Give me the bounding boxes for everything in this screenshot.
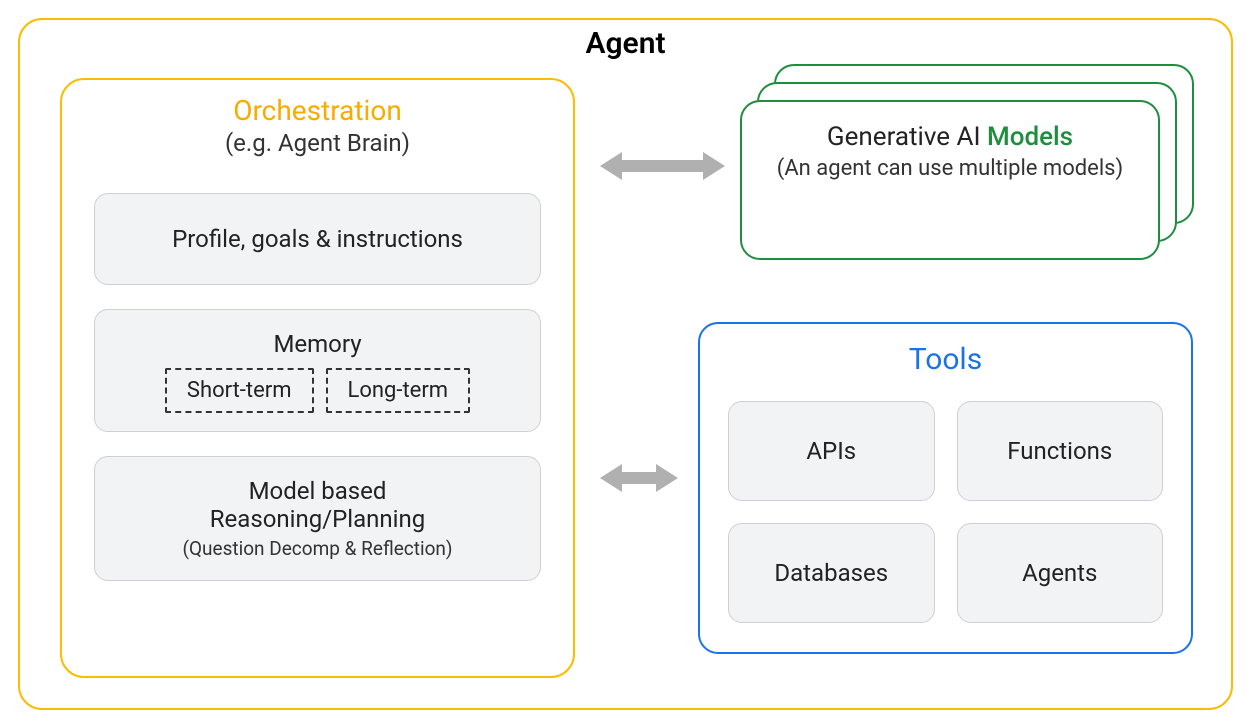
tool-functions: Functions: [957, 401, 1164, 501]
bidirectional-arrow-icon: [600, 460, 678, 496]
reasoning-line1: Model based: [107, 477, 528, 505]
models-title-prefix: Generative AI: [827, 122, 987, 152]
bidirectional-arrow-icon: [600, 148, 725, 184]
tool-databases: Databases: [728, 523, 935, 623]
orchestration-box: Orchestration (e.g. Agent Brain) Profile…: [60, 78, 575, 678]
models-stack: Generative AI Models (An agent can use m…: [740, 64, 1195, 244]
memory-long-term: Long-term: [326, 368, 471, 413]
tools-title: Tools: [700, 342, 1191, 377]
memory-short-term: Short-term: [165, 368, 314, 413]
models-title-highlight: Models: [987, 122, 1073, 152]
models-subtitle: (An agent can use multiple models): [766, 156, 1134, 181]
reasoning-box: Model based Reasoning/Planning (Question…: [94, 456, 541, 581]
profile-box: Profile, goals & instructions: [94, 193, 541, 285]
reasoning-line2: Reasoning/Planning: [107, 505, 528, 533]
tool-agents: Agents: [957, 523, 1164, 623]
memory-title: Memory: [107, 330, 528, 358]
reasoning-subtitle: (Question Decomp & Reflection): [107, 537, 528, 560]
tools-box: Tools APIs Functions Databases Agents: [698, 322, 1193, 654]
orchestration-title: Orchestration: [62, 94, 573, 127]
models-title: Generative AI Models: [766, 122, 1134, 152]
orchestration-subtitle: (e.g. Agent Brain): [62, 129, 573, 157]
profile-label: Profile, goals & instructions: [172, 225, 463, 253]
model-card-front: Generative AI Models (An agent can use m…: [740, 100, 1160, 260]
agent-title: Agent: [585, 26, 665, 61]
tool-apis: APIs: [728, 401, 935, 501]
agent-container: Agent Orchestration (e.g. Agent Brain) P…: [18, 18, 1233, 710]
memory-box: Memory Short-term Long-term: [94, 309, 541, 432]
